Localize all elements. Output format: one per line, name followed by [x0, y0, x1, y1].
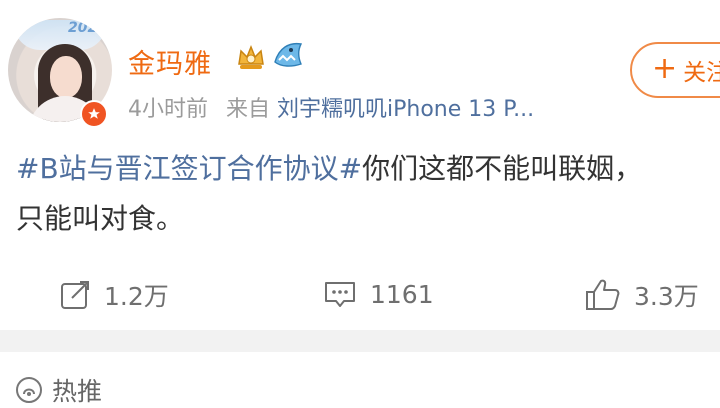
comment-button[interactable]: 1161 — [322, 277, 434, 311]
post-time: 4小时前 — [128, 97, 208, 122]
comment-icon — [325, 282, 355, 307]
post-text-line1: 你们这都不能叫联姻， — [362, 152, 643, 185]
post-source-link[interactable]: 刘宇糯叽叽iPhone 13 P... — [277, 97, 534, 122]
repost-icon — [61, 281, 89, 309]
avatar[interactable]: 2024 — [8, 18, 112, 128]
section-divider — [0, 330, 720, 352]
post-content: #B站与晋江签订合作协议#你们这都不能叫联姻， 只能叫对食。 — [16, 144, 716, 244]
hot-recommend-header: 热推 — [14, 372, 102, 408]
repost-button[interactable]: 1.2万 — [58, 277, 169, 313]
post-text-line2: 只能叫对食。 — [16, 202, 185, 235]
like-count: 3.3万 — [634, 282, 699, 311]
verified-star-icon — [80, 100, 108, 128]
author-name[interactable]: 金玛雅 — [128, 42, 212, 81]
thumbs-up-icon — [586, 279, 620, 310]
topic-hashtag-link[interactable]: #B站与晋江签订合作协议# — [16, 152, 362, 185]
avatar-frame-number: 2024 — [68, 20, 107, 36]
hot-recommend-label: 热推 — [52, 377, 103, 406]
crown-badge-icon[interactable] — [234, 40, 268, 78]
repost-count: 1.2万 — [104, 282, 169, 311]
follow-label: 关注 — [683, 60, 720, 86]
hot-signal-icon — [16, 377, 42, 403]
shark-badge-icon[interactable] — [271, 38, 305, 76]
post-meta: 4小时前 来自 刘宇糯叽叽iPhone 13 P... — [128, 91, 534, 123]
action-bar: 1.2万 1161 3.3万 — [0, 263, 720, 323]
plus-icon: + — [652, 51, 678, 86]
weibo-post-card: 2024 金玛雅 4小时前 来自 刘宇糯叽叽iPhone 13 P... + 关注… — [0, 0, 720, 330]
source-prefix: 来自 — [226, 97, 271, 122]
like-button[interactable]: 3.3万 — [584, 277, 699, 313]
follow-button[interactable]: + 关注 — [630, 42, 720, 98]
comment-count: 1161 — [370, 279, 434, 309]
